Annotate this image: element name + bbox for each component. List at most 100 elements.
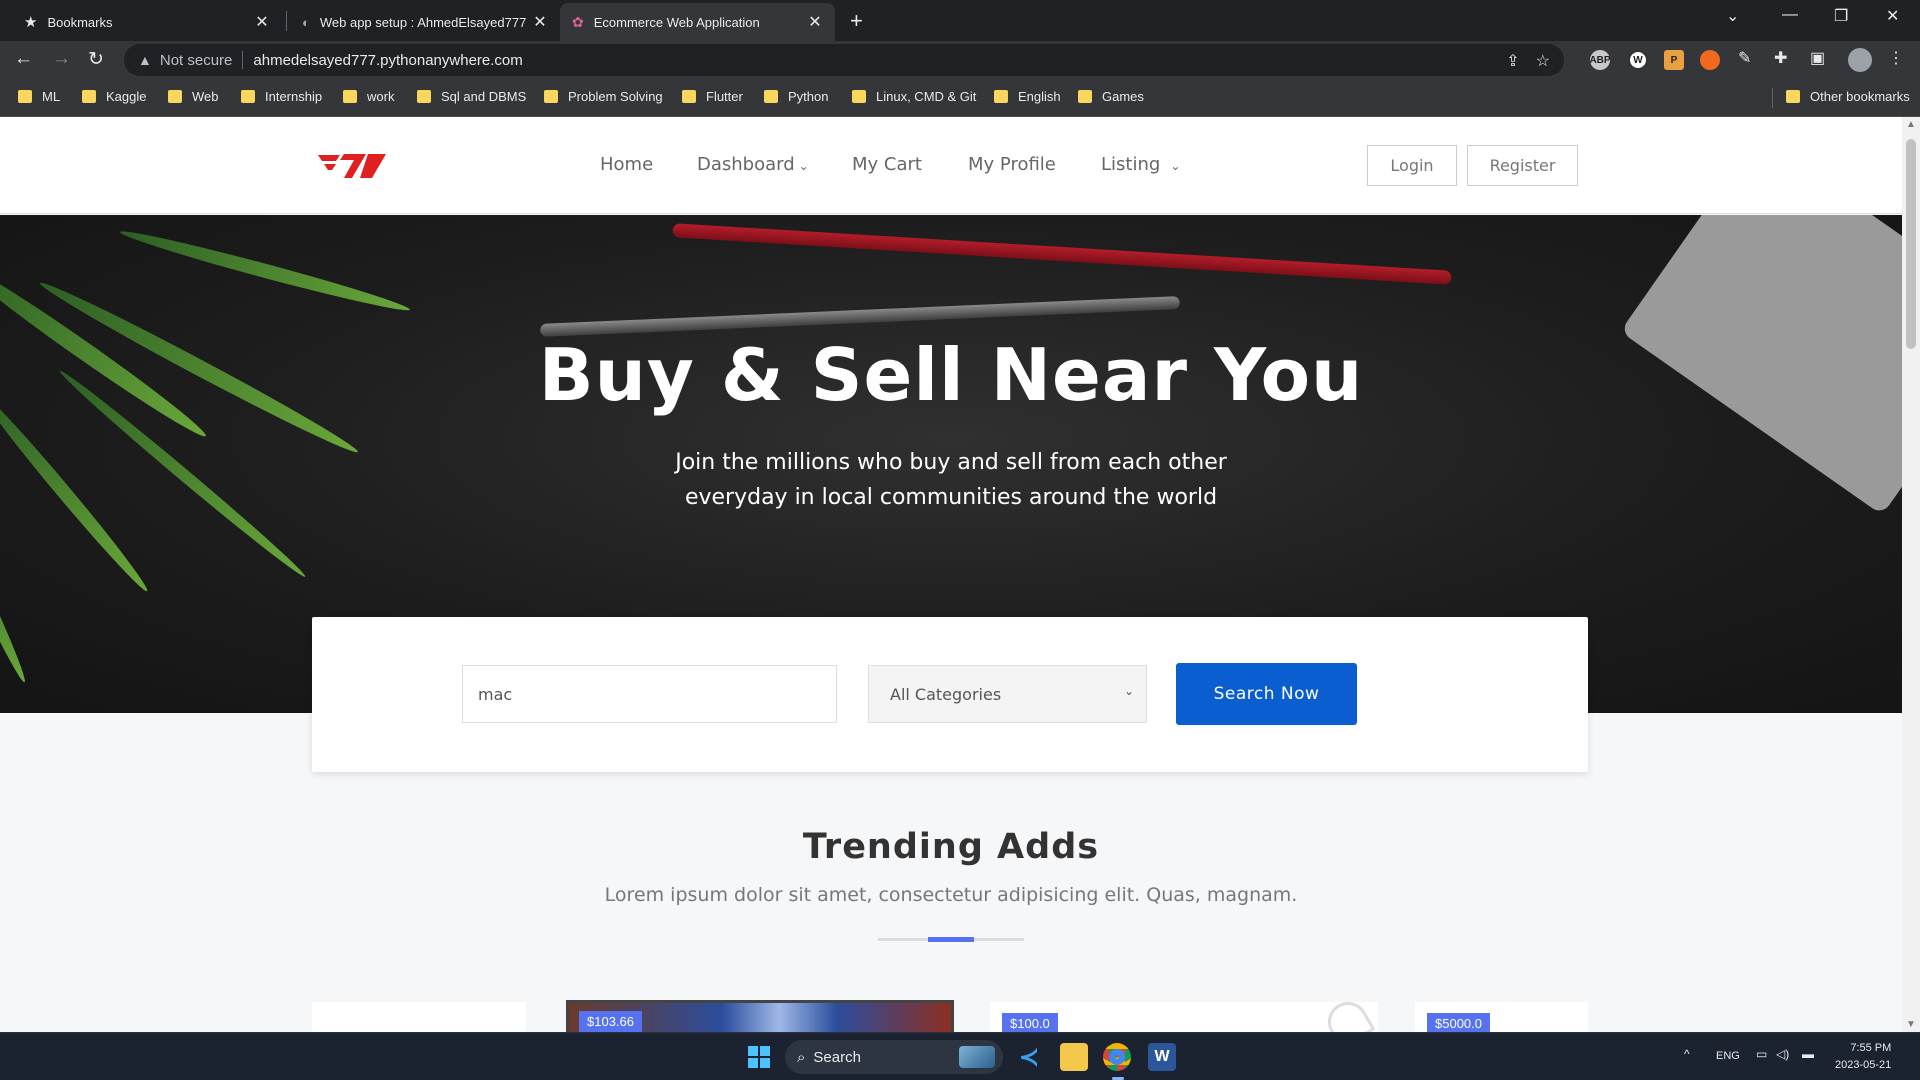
section-subtitle: Lorem ipsum dolor sit amet, consectetur …: [604, 884, 1298, 906]
tab-title: Ecommerce Web Application: [593, 14, 760, 30]
file-explorer-icon[interactable]: [1060, 1043, 1088, 1071]
hero-subtitle: Join the millions who buy and sell from …: [0, 445, 1902, 515]
nav-my-cart[interactable]: My Cart: [852, 154, 922, 175]
divider-accent: [928, 937, 974, 942]
category-select[interactable]: All Categories ⌄: [868, 665, 1147, 723]
volume-icon[interactable]: ◁): [1776, 1047, 1789, 1061]
product-card-image[interactable]: $103.66: [566, 1000, 954, 1032]
menu-icon[interactable]: ⋮: [1888, 48, 1904, 68]
scrollbar-thumb[interactable]: [1906, 139, 1916, 349]
hero-subtitle-line: everyday in local communities around the…: [684, 485, 1218, 510]
register-button[interactable]: Register: [1467, 145, 1578, 186]
taskbar-search[interactable]: ⌕ Search: [785, 1040, 1003, 1074]
section-title: Trending Adds: [802, 827, 1100, 867]
tab-bookmarks[interactable]: ★ Bookmarks ✕: [12, 3, 282, 41]
bookmark-ml[interactable]: ML: [18, 89, 60, 104]
bookmark-internship[interactable]: Internship: [241, 89, 322, 104]
bookmark-linux[interactable]: Linux, CMD & Git: [852, 89, 976, 104]
scroll-down-icon[interactable]: ▼: [1906, 1019, 1916, 1030]
bookmark-sql[interactable]: Sql and DBMS: [417, 89, 526, 104]
folder-icon: [1078, 90, 1092, 103]
bookmark-other[interactable]: Other bookmarks: [1786, 89, 1910, 104]
chevron-down-icon: ⌄: [1123, 684, 1134, 698]
product-image-fragment: [1320, 994, 1376, 1032]
chevron-down-icon: ⌄: [798, 159, 809, 173]
tab-title: Web app setup : AhmedElsayed777: [319, 14, 527, 30]
close-icon[interactable]: ✕: [532, 12, 548, 32]
scroll-up-icon[interactable]: ▲: [1906, 119, 1916, 130]
bookmark-flutter[interactable]: Flutter: [682, 89, 743, 104]
battery-icon[interactable]: ▬: [1802, 1047, 1814, 1061]
forward-button[interactable]: →: [52, 48, 71, 70]
nav-home[interactable]: Home: [600, 154, 653, 175]
tab-ecommerce[interactable]: ✿ Ecommerce Web Application ✕: [560, 3, 835, 41]
lotus-icon: ✿: [572, 13, 584, 30]
bookmark-kaggle[interactable]: Kaggle: [82, 89, 146, 104]
tab-web-app-setup[interactable]: ◐ Web app setup : AhmedElsayed777 ✕: [290, 3, 560, 41]
close-icon[interactable]: ✕: [807, 12, 823, 32]
pen-icon[interactable]: ✎: [1738, 48, 1751, 68]
restore-button[interactable]: ❐: [1834, 6, 1848, 26]
bookmark-star-icon[interactable]: ☆: [1536, 51, 1550, 71]
product-card[interactable]: [312, 1002, 526, 1032]
login-button[interactable]: Login: [1367, 145, 1457, 186]
share-icon[interactable]: ⇪: [1506, 51, 1519, 71]
search-now-button[interactable]: Search Now: [1176, 663, 1357, 725]
folder-icon: [682, 90, 696, 103]
plant-decoration: [118, 225, 412, 317]
word-icon[interactable]: W: [1148, 1043, 1176, 1071]
pen-decoration: [540, 296, 1180, 337]
site-logo[interactable]: [318, 152, 388, 180]
address-bar[interactable]: ▲ Not secure ahmedelsayed777.pythonanywh…: [124, 44, 1564, 76]
browser-toolbar: ← → ↻ ▲ Not secure ahmedelsayed777.pytho…: [0, 41, 1920, 79]
folder-icon: [82, 90, 96, 103]
search-input[interactable]: [462, 665, 837, 723]
bookmark-games[interactable]: Games: [1078, 89, 1144, 104]
bookmark-web[interactable]: Web: [168, 89, 219, 104]
minimize-button[interactable]: —: [1782, 6, 1798, 24]
language-indicator[interactable]: ENG: [1716, 1050, 1740, 1062]
product-card[interactable]: $5000.0: [1415, 1002, 1588, 1032]
section-divider: [878, 937, 1024, 942]
bookmark-problem-solving[interactable]: Problem Solving: [544, 89, 663, 104]
bookmark-work[interactable]: work: [343, 89, 394, 104]
nav-my-profile[interactable]: My Profile: [968, 154, 1056, 175]
pythonanywhere-icon: ◐: [302, 14, 310, 30]
chevron-up-icon[interactable]: ^: [1684, 1047, 1690, 1061]
hero-title: Buy & Sell Near You: [538, 333, 1364, 417]
hero-subtitle-line: Join the millions who buy and sell from …: [675, 450, 1227, 475]
system-clock[interactable]: 7:55 PM 2023-05-21: [1835, 1040, 1891, 1074]
url-text: ahmedelsayed777.pythonanywhere.com: [253, 51, 523, 69]
folder-icon: [764, 90, 778, 103]
nav-listing[interactable]: Listing ⌄: [1101, 154, 1180, 175]
chrome-icon[interactable]: [1103, 1043, 1131, 1071]
w-icon[interactable]: W: [1628, 50, 1648, 70]
nav-dashboard[interactable]: Dashboard ⌄: [697, 154, 809, 175]
tab-search-chevron-icon[interactable]: ⌄: [1726, 6, 1739, 26]
bookmark-python[interactable]: Python: [764, 89, 828, 104]
bookmark-english[interactable]: English: [994, 89, 1061, 104]
puzzle-icon[interactable]: ✚: [1774, 48, 1787, 68]
folder-icon: [417, 90, 431, 103]
product-card[interactable]: $100.0: [990, 994, 1378, 1032]
tab-title: Bookmarks: [47, 14, 113, 30]
p-icon[interactable]: P: [1664, 50, 1684, 70]
close-icon[interactable]: ✕: [254, 12, 270, 32]
vscode-icon[interactable]: ≺: [1015, 1043, 1043, 1071]
pencil-decoration: [672, 223, 1452, 285]
page-scrollbar[interactable]: ▲ ▼: [1902, 117, 1920, 1032]
new-tab-button[interactable]: +: [850, 8, 863, 34]
close-window-button[interactable]: ✕: [1886, 6, 1899, 26]
warning-icon: ▲: [138, 52, 152, 68]
avatar[interactable]: [1848, 48, 1872, 72]
side-panel-icon[interactable]: ▣: [1810, 48, 1825, 68]
back-button[interactable]: ←: [14, 48, 33, 70]
reload-button[interactable]: ↻: [88, 48, 104, 71]
price-badge: $5000.0: [1427, 1013, 1490, 1032]
network-icon[interactable]: ▭: [1756, 1047, 1767, 1061]
abp-icon[interactable]: ABP: [1589, 50, 1611, 70]
fox-icon[interactable]: [1700, 50, 1720, 70]
price-badge: $100.0: [1002, 1013, 1058, 1032]
folder-icon: [343, 90, 357, 103]
windows-start-icon[interactable]: [748, 1046, 770, 1068]
